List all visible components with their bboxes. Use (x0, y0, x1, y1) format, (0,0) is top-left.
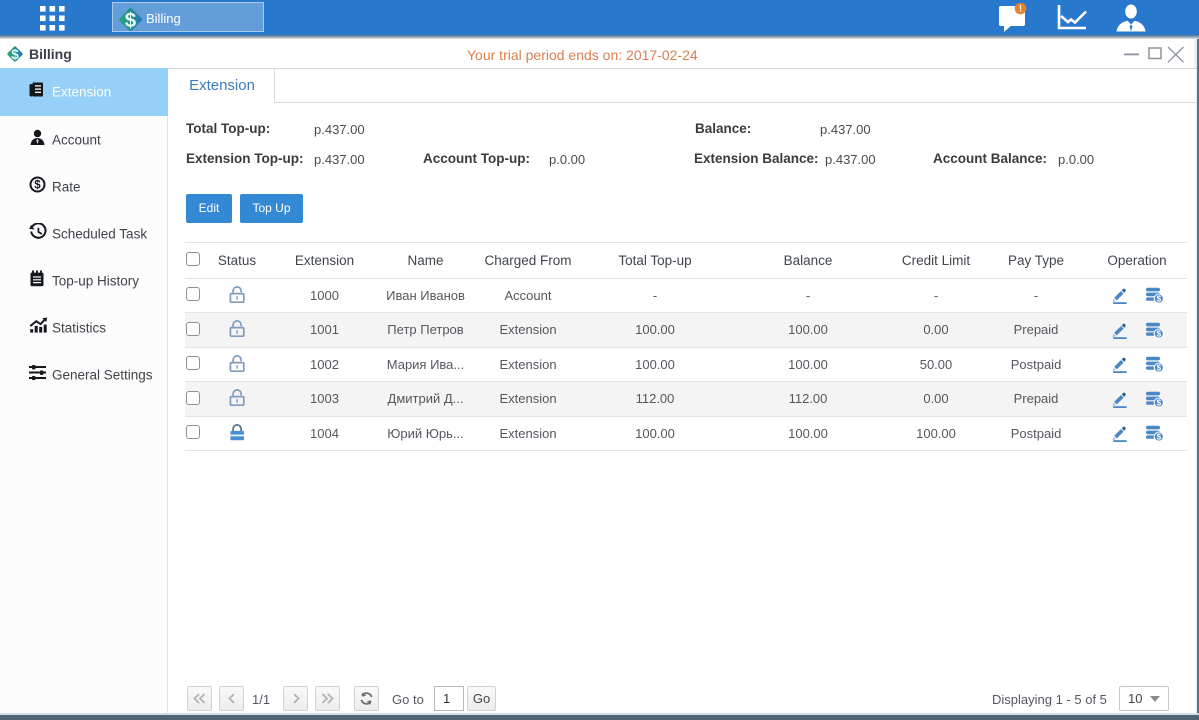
svg-text:!: ! (1019, 4, 1022, 14)
svg-text:$: $ (1157, 433, 1162, 442)
svg-text:$: $ (1157, 364, 1162, 373)
svg-text:$: $ (1157, 329, 1162, 338)
svg-text:$: $ (34, 179, 41, 191)
svg-text:$: $ (11, 47, 19, 62)
svg-text:$: $ (125, 9, 137, 32)
svg-text:$: $ (1157, 295, 1162, 304)
svg-text:$: $ (1157, 398, 1162, 407)
